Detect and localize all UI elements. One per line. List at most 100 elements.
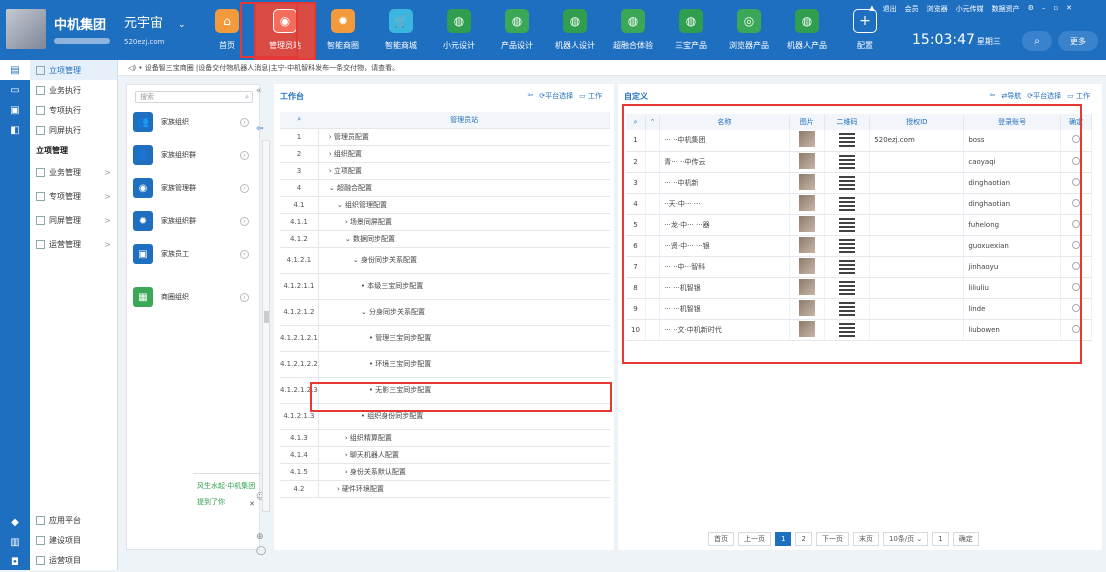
pager-item[interactable]: 下一页 — [815, 532, 849, 546]
table-row[interactable]: 4.1.3 › 组织精算配置 — [280, 429, 610, 447]
table-row[interactable]: 4 ⌄ 超融合配置 — [280, 179, 610, 197]
module-3[interactable]: 🛒 智能商城 — [372, 4, 430, 58]
sidenav-bottom-item[interactable]: 运营项目 — [30, 550, 118, 570]
pager-item[interactable]: 1 — [775, 532, 792, 546]
notice-bar[interactable]: ◁) • 设备智三宝商圈 |设备交付物机器人消息|主宁-中机智科发布一条交付物，… — [118, 60, 1106, 76]
clock-time: 15:03:47 — [912, 32, 975, 48]
table-row[interactable]: 4.2 › 硬件环境配置 — [280, 480, 610, 498]
module-4[interactable]: ◍ 小元设计 — [430, 4, 488, 58]
top-link[interactable]: 浏览器 — [927, 4, 948, 14]
org-item[interactable]: ✹ 家族组织群 › — [133, 208, 257, 234]
pager-item[interactable]: 上一页 — [738, 532, 771, 546]
table-row[interactable]: 4.1.2.1.2 ⌄ 分身同步关系配置 — [280, 299, 610, 326]
sidenav-bottom-item[interactable]: 建设项目 — [30, 530, 118, 550]
zoom-in-icon[interactable]: ⊕ — [256, 532, 264, 542]
collapse-left-icon[interactable]: « — [256, 86, 262, 96]
pager-item[interactable]: 确定 — [952, 532, 979, 546]
chevron-right-icon[interactable]: › — [240, 216, 249, 226]
table-row[interactable]: 4.1.5 › 身份关系默认配置 — [280, 463, 610, 481]
module-label: 浏览器产品 — [729, 41, 769, 50]
table-row[interactable]: 4.1.2.1.2.1 • 管理三宝同步配置 — [280, 325, 610, 352]
org-item[interactable]: ▣ 家族员工 › — [133, 241, 257, 267]
chevron-right-icon[interactable]: › — [240, 150, 249, 160]
org-item[interactable]: 👤 家族组织群 › — [133, 142, 257, 168]
pager-item[interactable]: 首页 — [708, 532, 734, 546]
monitor-icon[interactable]: ▭ — [0, 80, 30, 100]
top-link[interactable]: 数据资产 — [992, 4, 1020, 14]
project-icon[interactable]: ▤ — [0, 60, 30, 80]
sidenav-item[interactable]: 业务管理 > — [30, 160, 117, 184]
custom-tool[interactable]: ⇦ — [990, 91, 996, 101]
more-button[interactable]: 更多 — [1058, 31, 1098, 51]
pager-item[interactable]: 10条/页 ⌄ — [882, 532, 929, 546]
search-button[interactable]: ⌕ — [1022, 31, 1052, 51]
sidenav-item[interactable]: 专项执行 — [30, 100, 117, 120]
table-row[interactable]: 1 › 管理员配置 — [280, 128, 610, 146]
table-row[interactable]: 4.1.2 ⌄ 数据同步配置 — [280, 230, 610, 248]
screen-icon[interactable]: ▣ — [0, 100, 30, 120]
sidenav-item[interactable]: 专项管理 > — [30, 184, 117, 208]
module-5[interactable]: ◍ 产品设计 — [488, 4, 546, 58]
work-tool[interactable]: ▭ 工作 — [579, 91, 602, 101]
table-row[interactable]: 4.1 ⌄ 组织管理配置 — [280, 196, 610, 214]
pager-item[interactable]: 1 — [932, 532, 949, 546]
table-row[interactable]: 4.1.2.1.1 • 本级三宝同步配置 — [280, 273, 610, 300]
table-row[interactable]: 2 › 组织配置 — [280, 145, 610, 163]
chevron-down-icon[interactable]: ⌄ — [178, 20, 186, 30]
chevron-right-icon[interactable]: › — [240, 183, 249, 193]
user-avatar[interactable] — [6, 9, 46, 49]
module-10[interactable]: ◍ 机器人产品 — [778, 4, 836, 58]
sidenav-item[interactable]: 业务执行 — [30, 80, 117, 100]
module-label: 机器人产品 — [787, 41, 827, 50]
back-arrow-icon[interactable]: ⇦ — [256, 124, 264, 134]
chat-notification[interactable]: 风生水起·中机集团 提到了你 ✕ — [193, 473, 261, 513]
top-link[interactable]: ✕ — [1066, 4, 1072, 14]
custom-tool[interactable]: ▭ 工作 — [1067, 91, 1090, 101]
ops-project-icon[interactable]: ◘ — [0, 552, 30, 572]
menu-item-icon — [36, 125, 45, 135]
table-row[interactable]: 4.1.1 › 场景同屏配置 — [280, 213, 610, 231]
table-row[interactable]: 4.1.4 › 聊天机器人配置 — [280, 446, 610, 464]
table-row[interactable]: 3 › 立项配置 — [280, 162, 610, 180]
pager-item[interactable]: 末页 — [852, 532, 879, 546]
chevron-right-icon[interactable]: › — [240, 292, 249, 302]
top-link[interactable]: ▲ — [869, 4, 874, 14]
table-row[interactable]: 4.1.2.1 ⌄ 身份同步关系配置 — [280, 247, 610, 274]
org-search-input[interactable]: 搜索 ⌕ — [135, 91, 253, 103]
table-row[interactable]: 4.1.2.1.2.2 • 环境三宝同步配置 — [280, 351, 610, 378]
work-tool[interactable]: ⇦ — [527, 91, 533, 101]
app-platform-icon[interactable]: ◆ — [0, 512, 30, 532]
top-link[interactable]: ⚙ — [1028, 4, 1034, 14]
chevron-right-icon[interactable]: › — [240, 117, 249, 127]
search-icon[interactable]: ⌕ — [280, 112, 319, 129]
chevron-right-icon[interactable]: › — [240, 249, 249, 259]
module-2[interactable]: ✹ 智能商圈 — [314, 4, 372, 58]
org-item[interactable]: 👥 家族组织 › — [133, 109, 257, 135]
work-tool[interactable]: ⟳平台选择 — [539, 91, 573, 101]
workspace-switcher[interactable]: 元宇宙 — [124, 12, 163, 31]
top-link[interactable]: ▫ — [1053, 4, 1058, 14]
module-9[interactable]: ◎ 浏览器产品 — [720, 4, 778, 58]
sidenav-item[interactable]: 运营管理 > — [30, 232, 117, 256]
top-link[interactable]: 退出 — [883, 4, 897, 14]
module-8[interactable]: ◍ 三宝产品 — [662, 4, 720, 58]
module-6[interactable]: ◍ 机器人设计 — [546, 4, 604, 58]
custom-tool[interactable]: ⟳平台选择 — [1027, 91, 1061, 101]
sidenav-item[interactable]: 同屏管理 > — [30, 208, 117, 232]
share-screen-icon[interactable]: ◧ — [0, 120, 30, 140]
custom-tool[interactable]: ⇄导航 — [1001, 91, 1021, 101]
vertical-scrollbar[interactable] — [262, 140, 270, 512]
module-7[interactable]: ◍ 超融合体验 — [604, 4, 662, 58]
top-link[interactable]: – — [1042, 4, 1046, 14]
pager-item[interactable]: 2 — [795, 532, 812, 546]
sidenav-item[interactable]: 同屏执行 — [30, 120, 117, 140]
build-project-icon[interactable]: ▥ — [0, 532, 30, 552]
scrollbar-thumb[interactable] — [264, 311, 269, 323]
org-item[interactable]: ◉ 家族管理群 › — [133, 175, 257, 201]
zoom-out-icon[interactable]: ◯ — [256, 546, 266, 556]
top-link[interactable]: 小元传媒 — [956, 4, 984, 14]
top-link[interactable]: 会员 — [905, 4, 919, 14]
sidenav-item[interactable]: 立项管理 — [30, 60, 117, 80]
sidenav-bottom-item[interactable]: 应用平台 — [30, 510, 118, 530]
org-item[interactable]: ▦ 商圈组织 › — [133, 284, 257, 310]
